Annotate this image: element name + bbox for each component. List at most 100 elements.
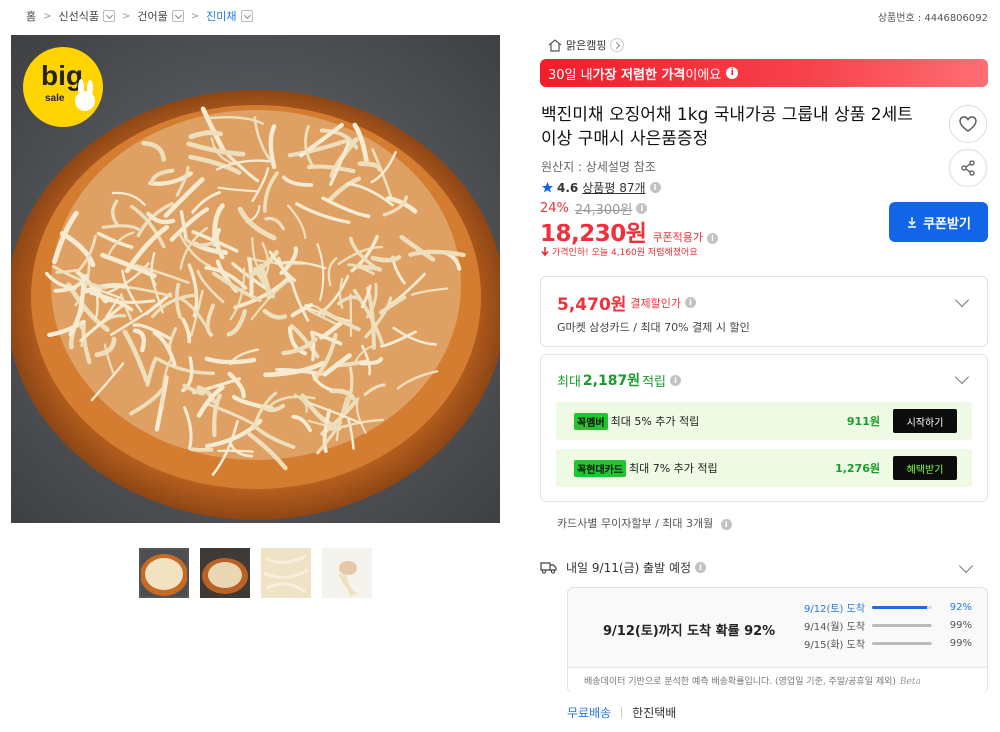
probability-percent: 99% [949, 620, 972, 631]
breadcrumb: 홈 > 신선식품 > 건어물 > 진미채 [26, 8, 253, 24]
info-icon[interactable]: i [636, 203, 648, 214]
shipping-fee-row: 무료배송 한진택배 [567, 704, 676, 721]
chevron-right-icon [610, 38, 625, 52]
info-icon[interactable]: i [649, 182, 661, 193]
info-icon[interactable]: i [720, 518, 732, 530]
probability-date: 9/14(월) 도착 [804, 622, 866, 633]
product-main-image[interactable]: big sale [11, 35, 500, 523]
benefit-amount: 911원 [846, 415, 880, 428]
chevron-down-icon[interactable] [954, 292, 970, 308]
benefit-amount: 1,276원 [835, 462, 880, 475]
review-count-link[interactable]: 상품평 87개 [582, 179, 645, 196]
star-icon [542, 182, 553, 193]
payment-discount-amount-row: 5,470원 결제할인가 i [557, 290, 697, 315]
probability-fill [872, 642, 932, 645]
chevron-down-icon[interactable] [958, 558, 974, 574]
chevron-down-icon[interactable] [954, 369, 970, 385]
delivery-note: 배송데이터 기반으로 분석한 예측 배송확률입니다. (영업일 기준, 주말/공… [568, 667, 987, 693]
shipping-expected: 내일 9/11(금) 출발 예정 [566, 561, 692, 575]
shipping-row: 내일 9/11(금) 출발 예정 i [540, 559, 707, 576]
store-link[interactable]: 맑은캠핑 [548, 37, 625, 53]
badge-big: big [41, 60, 83, 91]
divider [621, 707, 623, 718]
payment-discount-amount: 5,470원 [557, 295, 627, 315]
arrow-down-icon [541, 246, 549, 256]
info-icon[interactable]: i [726, 67, 739, 79]
thumbnail-2[interactable] [200, 548, 250, 598]
breadcrumb-dried[interactable]: 건어물 [137, 8, 167, 24]
thumbnail-3[interactable] [261, 548, 311, 598]
coupon-price-label: 쿠폰적용가 [652, 231, 704, 244]
benefit-row-hyundai: 꼭현대카드 최대 7% 추가 적립 1,276원 혜택받기 [556, 449, 972, 487]
origin-info: 원산지 : 상세설명 참조 [541, 160, 656, 174]
member-tag: 꼭멤버 [574, 412, 608, 430]
info-icon[interactable]: i [670, 374, 682, 386]
delivery-note-text: 배송데이터 기반으로 분석한 예측 배송확률입니다. (영업일 기준, 주말/공… [584, 677, 896, 687]
payment-discount-desc: G마켓 삼성카드 / 최대 70% 결제 시 할인 [557, 321, 750, 334]
get-benefit-button[interactable]: 혜택받기 [893, 456, 957, 480]
thumbnail-4[interactable] [322, 548, 372, 598]
price-row: 18,230원 쿠폰적용가 i [540, 214, 719, 248]
breadcrumb-fresh[interactable]: 신선식품 [59, 8, 99, 24]
thumbnail-1[interactable] [139, 548, 189, 598]
chevron-down-icon[interactable] [103, 10, 115, 22]
coupon-download-button[interactable]: 쿠폰받기 [889, 202, 988, 242]
probability-date: 9/12(토) 도착 [804, 604, 866, 615]
points-prefix: 최대 [557, 374, 581, 390]
breadcrumb-current[interactable]: 진미채 [206, 8, 236, 24]
chevron-down-icon[interactable] [171, 10, 184, 22]
breadcrumb-home[interactable]: 홈 [26, 8, 36, 24]
share-icon [961, 160, 975, 176]
badge-sale: sale [45, 93, 65, 104]
coupon-price: 18,230원 [540, 221, 647, 247]
share-button[interactable] [949, 149, 987, 187]
product-number: 상품번호 : 4446806092 [877, 13, 988, 24]
probability-bar [872, 624, 932, 627]
probability-row: 9/12(토) 도착 92% [804, 600, 972, 615]
start-button[interactable]: 시작하기 [893, 409, 957, 433]
probability-fill [872, 606, 928, 609]
download-icon [908, 217, 917, 228]
beta-label: Beta [899, 677, 921, 687]
info-icon[interactable]: i [707, 233, 719, 244]
store-name: 맑은캠핑 [566, 39, 607, 52]
points-header: 최대 2,187원 적립 i [557, 370, 682, 390]
probability-bar [872, 642, 932, 645]
benefit-row-member: 꼭멤버 최대 5% 추가 적립 911원 시작하기 [556, 402, 972, 440]
thumbnail-strip [139, 548, 372, 598]
benefit-text: 최대 5% 추가 적립 [610, 415, 700, 428]
probability-row: 9/14(월) 도착 99% [804, 618, 972, 633]
probability-date: 9/15(화) 도착 [804, 640, 866, 651]
rating: 4.6 상품평 87개 i [541, 179, 661, 196]
installment-info: 카드사별 무이자할부 / 최대 3개월 i [557, 515, 732, 531]
hyundai-card-tag: 꼭현대카드 [574, 459, 626, 477]
rating-score: 4.6 [557, 180, 579, 195]
info-icon[interactable]: i [695, 562, 707, 573]
benefit-text: 최대 7% 추가 적립 [629, 462, 718, 475]
payment-discount-card[interactable]: 5,470원 결제할인가 i G마켓 삼성카드 / 최대 70% 결제 시 할인 [540, 276, 988, 347]
free-shipping: 무료배송 [567, 706, 612, 720]
banner-suffix: 이에요 [685, 67, 722, 83]
points-amount: 2,187원 [582, 373, 641, 389]
chevron-down-icon[interactable] [240, 10, 253, 22]
price-drop-notice: 가격인하! 오늘 4,160원 저렴해졌어요 [540, 245, 698, 258]
info-icon[interactable]: i [685, 297, 697, 308]
points-suffix: 적립 [642, 374, 667, 390]
payment-discount-label: 결제할인가 [630, 296, 682, 310]
wishlist-button[interactable] [949, 105, 987, 143]
coupon-button-label: 쿠폰받기 [923, 215, 971, 231]
home-icon [548, 38, 562, 52]
delivery-headline: 9/12(토)까지 도착 확률 92% [603, 624, 776, 639]
probability-percent: 92% [949, 602, 972, 613]
product-title: 백진미채 오징어채 1kg 국내가공 그룹내 상품 2세트 이상 구매시 사은품… [541, 105, 913, 149]
chevron-right-icon: > [43, 10, 52, 22]
heart-icon [959, 116, 977, 132]
probability-row: 9/15(화) 도착 99% [804, 636, 972, 651]
banner-prefix: 30일 내 [548, 67, 593, 83]
probability-bar [872, 606, 932, 609]
installment-text: 카드사별 무이자할부 / 최대 3개월 [557, 517, 714, 530]
price-drop-text: 가격인하! 오늘 4,160원 저렴해졌어요 [552, 248, 698, 258]
probability-fill [872, 624, 932, 627]
points-card: 최대 2,187원 적립 i 꼭멤버 최대 5% 추가 적립 911원 시작하기… [540, 354, 988, 502]
product-photo: big sale [11, 35, 500, 523]
